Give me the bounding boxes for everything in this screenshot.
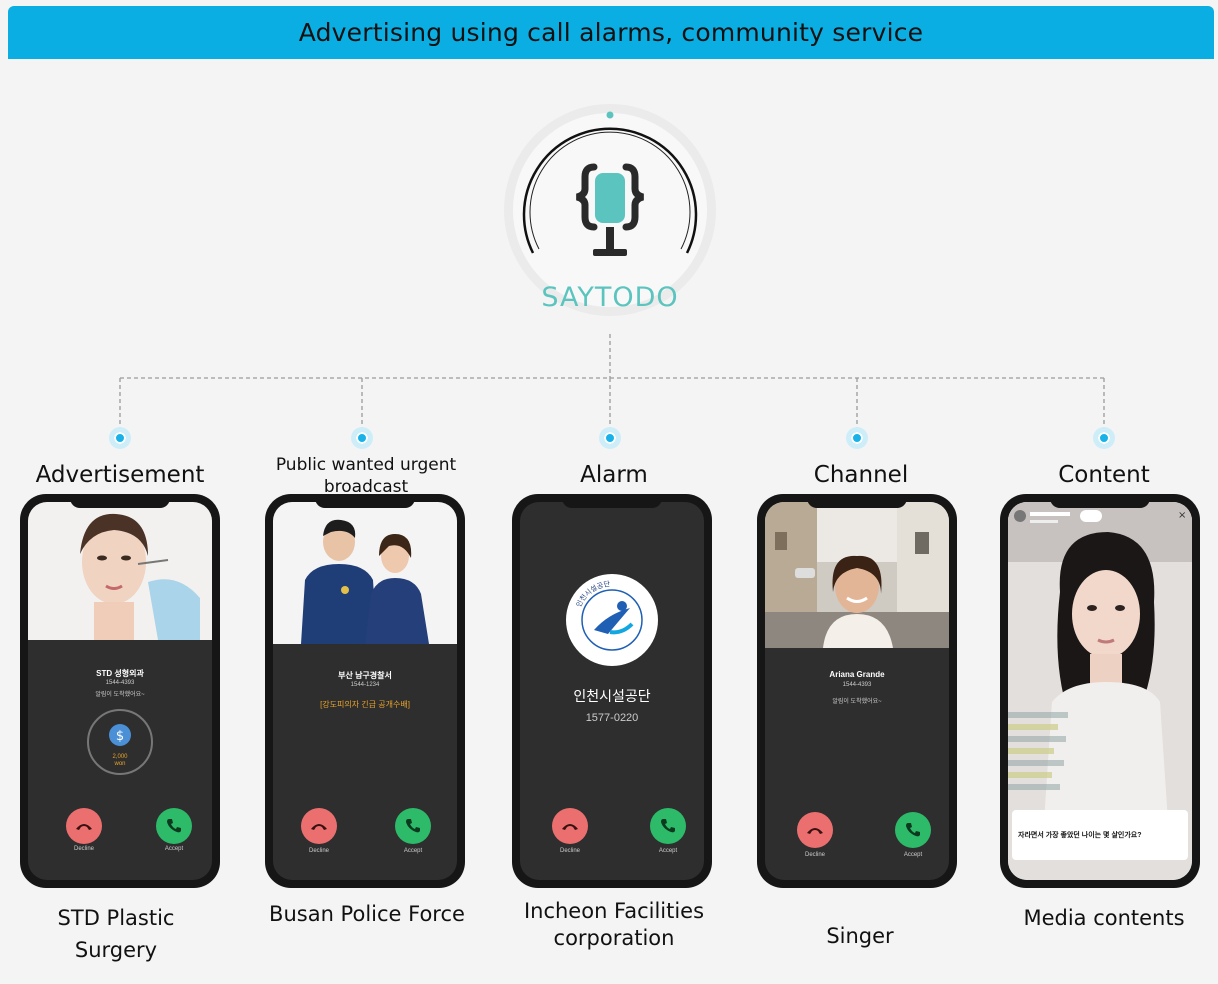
decline-button[interactable] xyxy=(301,808,337,844)
close-icon: × xyxy=(1178,510,1186,521)
node-dot-broadcast xyxy=(351,427,373,449)
reward-unit: won xyxy=(114,761,126,767)
category-title-channel: Channel xyxy=(813,462,909,488)
accept-button[interactable] xyxy=(395,808,431,844)
wanted-message: [강도피의자 긴급 공개수배] xyxy=(320,700,410,709)
caller-number: 1544-4393 xyxy=(842,682,872,688)
decline-button[interactable] xyxy=(552,808,588,844)
accept-button[interactable] xyxy=(650,808,686,844)
caller-name: STD 성형외과 xyxy=(96,669,144,678)
caller-message: 알림이 도착했어요~ xyxy=(95,692,145,698)
phone-icon xyxy=(661,819,675,833)
accept-label: Accept xyxy=(658,848,678,854)
phone-broadcast: 부산 남구경찰서 1544-1234 [강도피의자 긴급 공개수배] Decli… xyxy=(265,494,465,888)
caller-number: 1577-0220 xyxy=(585,712,639,724)
node-dot-content xyxy=(1093,427,1115,449)
decline-label: Decline xyxy=(308,848,329,854)
livestream-video: × xyxy=(1008,502,1192,880)
caption-advertisement: STD Plastic Surgery xyxy=(57,906,175,962)
accept-button[interactable] xyxy=(156,808,192,844)
caption-channel: Singer xyxy=(826,924,894,948)
incheon-facilities-seal: 인천시설공단 xyxy=(566,574,658,666)
phone-channel: Ariana Grande 1544-4393 알림이 도착했어요~ Decli… xyxy=(757,494,957,888)
reward-amount: 2,000 xyxy=(112,754,128,760)
decline-button[interactable] xyxy=(797,812,833,848)
decline-button[interactable] xyxy=(66,808,102,844)
accept-button[interactable] xyxy=(895,812,931,848)
hangup-icon xyxy=(562,824,578,830)
caller-name: 부산 남구경찰서 xyxy=(338,671,392,680)
category-title-content: Content xyxy=(1058,462,1150,488)
accept-label: Accept xyxy=(903,852,923,858)
category-title-alarm: Alarm xyxy=(580,462,648,488)
caption-content: Media contents xyxy=(1023,906,1185,930)
caption-alarm: Incheon Facilities corporation xyxy=(523,899,705,950)
caption-broadcast: Busan Police Force xyxy=(269,902,465,926)
decline-label: Decline xyxy=(804,852,825,858)
node-dot-alarm xyxy=(599,427,621,449)
caller-name: Ariana Grande xyxy=(829,670,885,679)
node-dot-channel xyxy=(846,427,868,449)
decline-label: Decline xyxy=(559,848,580,854)
phone-advertisement: STD 성형외과 1544-4393 알림이 도착했어요~ $ 2,000 wo… xyxy=(20,494,220,888)
police-officers-photo xyxy=(273,502,457,644)
accept-label: Accept xyxy=(403,848,423,854)
decline-label: Decline xyxy=(73,846,94,852)
phone-icon xyxy=(406,819,420,833)
phone-content: × 자라면서 가장 좋았던 나이는 몇 살인가요? xyxy=(1000,494,1200,888)
hangup-icon xyxy=(807,828,823,834)
logo-wordmark: SAYTODO xyxy=(541,282,679,313)
singer-selfie-photo xyxy=(765,502,949,648)
hangup-icon xyxy=(76,824,92,830)
dollar-coin-icon: $ xyxy=(116,729,124,744)
phone-icon xyxy=(167,819,181,833)
caller-number: 1544-1234 xyxy=(350,682,380,688)
model-photo xyxy=(28,502,212,640)
node-dot-advertisement xyxy=(109,427,131,449)
diagram-canvas: Advertising using call alarms, community… xyxy=(0,0,1218,984)
phone-alarm: 인천시설공단 인천시설공단 1577-0220 Decline Accept xyxy=(512,494,712,888)
hangup-icon xyxy=(311,824,327,830)
phone-icon xyxy=(906,823,920,837)
accept-label: Accept xyxy=(164,846,184,852)
question-text: 자라면서 가장 좋았던 나이는 몇 살인가요? xyxy=(1018,832,1142,839)
caller-name: 인천시설공단 xyxy=(573,688,651,704)
caller-message: 알림이 도착했어요~ xyxy=(832,699,882,705)
category-title-broadcast: Public wanted urgent broadcast xyxy=(275,455,457,497)
category-title-advertisement: Advertisement xyxy=(35,462,205,488)
caller-number: 1544-4393 xyxy=(105,680,135,686)
